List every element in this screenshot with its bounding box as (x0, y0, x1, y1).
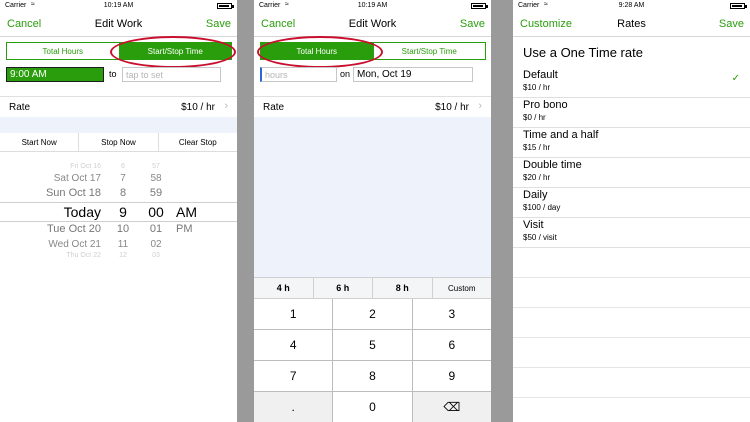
segment-start-stop-time[interactable]: Start/Stop Time (372, 43, 486, 59)
status-bar: Carrier ≈ 9:28 AM (513, 0, 750, 12)
key-5[interactable]: 5 (333, 330, 412, 360)
rate-row[interactable]: Rate $10 / hr › (254, 96, 491, 118)
key-4[interactable]: 4 (254, 330, 333, 360)
empty-row (513, 307, 750, 338)
nav-title: Rates (617, 18, 646, 30)
preset-8h-button[interactable]: 8 h (373, 278, 433, 298)
stop-now-button[interactable]: Stop Now (79, 133, 159, 151)
backspace-icon[interactable]: ⌫ (412, 392, 491, 422)
nav-title: Edit Work (94, 18, 143, 30)
rate-amount: $50 / visit (523, 233, 557, 242)
picker-row: Sun Oct 18 8 59 (45, 187, 163, 199)
list-item[interactable]: Visit $50 / visit (513, 217, 750, 248)
checkmark-icon: ✓ (731, 73, 740, 84)
nav-title: Edit Work (348, 18, 397, 30)
list-item[interactable]: Default $10 / hr ✓ (513, 67, 750, 98)
segment-total-hours[interactable]: Total Hours (7, 43, 119, 59)
save-button[interactable]: Save (460, 18, 485, 30)
chevron-right-icon: › (478, 100, 482, 112)
preset-6h-button[interactable]: 6 h (314, 278, 373, 298)
rate-label: Rate (263, 102, 285, 113)
rate-row[interactable]: Rate $10 / hr › (0, 96, 237, 118)
key-8[interactable]: 8 (333, 361, 412, 391)
key-0[interactable]: 0 (333, 392, 412, 422)
battery-icon (730, 3, 747, 9)
rate-value: $10 / hr (181, 102, 215, 113)
gray-background (254, 117, 491, 277)
hours-input[interactable]: hours (260, 67, 337, 82)
rate-name: Visit (523, 219, 544, 231)
rate-name: Time and a half (523, 129, 599, 141)
screen-edit-work-total-hours: Carrier ≈ 10:19 AM Cancel Edit Work Save… (254, 0, 491, 422)
numeric-keypad: 1 2 3 4 5 6 7 8 9 . 0 ⌫ (254, 299, 491, 422)
rate-amount: $15 / hr (523, 143, 551, 152)
clear-stop-button[interactable]: Clear Stop (159, 133, 237, 151)
empty-row (513, 247, 750, 278)
rate-name: Default (523, 69, 558, 81)
rate-name: Daily (523, 189, 548, 201)
key-2[interactable]: 2 (333, 299, 412, 329)
battery-icon (217, 3, 234, 9)
screen-edit-work-start-stop: Carrier ≈ 10:19 AM Cancel Edit Work Save… (0, 0, 237, 422)
rate-value: $10 / hr (435, 102, 469, 113)
save-button[interactable]: Save (719, 18, 744, 30)
list-item[interactable]: Time and a half $15 / hr (513, 127, 750, 158)
hour-presets: 4 h 6 h 8 h Custom (254, 277, 491, 299)
navigation-bar: Cancel Edit Work Save (0, 14, 237, 37)
rate-name: Double time (523, 159, 582, 171)
chevron-right-icon: › (224, 100, 228, 112)
empty-row (513, 367, 750, 398)
picker-row: Thu Oct 22 12 03 (66, 252, 160, 259)
list-item[interactable]: Pro bono $0 / hr (513, 97, 750, 128)
on-label: on (340, 69, 351, 79)
date-field[interactable]: Mon, Oct 19 (353, 67, 473, 82)
rate-label: Rate (9, 102, 31, 113)
key-decimal[interactable]: . (254, 392, 333, 422)
rate-amount: $10 / hr (523, 83, 551, 92)
date-time-picker[interactable]: Fri Oct 16 6 57 Sat Oct 17 7 58 Sun Oct … (0, 152, 237, 260)
status-time: 10:19 AM (103, 2, 134, 9)
end-time-field[interactable]: tap to set (122, 67, 221, 82)
key-7[interactable]: 7 (254, 361, 333, 391)
battery-icon (471, 3, 488, 9)
list-item[interactable]: Double time $20 / hr (513, 157, 750, 188)
key-3[interactable]: 3 (412, 299, 491, 329)
status-bar: Carrier ≈ 10:19 AM (254, 0, 491, 12)
empty-row (513, 337, 750, 368)
list-item[interactable]: Daily $100 / day (513, 187, 750, 218)
preset-custom-button[interactable]: Custom (433, 278, 492, 298)
key-1[interactable]: 1 (254, 299, 333, 329)
highlight-circle (110, 36, 236, 68)
gray-spacer (0, 117, 237, 133)
navigation-bar: Customize Rates Save (513, 14, 750, 37)
status-time: 9:28 AM (618, 2, 645, 9)
picker-selected-row: Today 9 00 AM (0, 202, 237, 222)
to-label: to (109, 69, 117, 79)
rate-amount: $0 / hr (523, 113, 546, 122)
empty-row (513, 277, 750, 308)
key-6[interactable]: 6 (412, 330, 491, 360)
start-time-field[interactable]: 9:00 AM (6, 67, 104, 82)
highlight-circle (257, 36, 383, 68)
time-action-buttons: Start Now Stop Now Clear Stop (0, 133, 237, 152)
screen-rates: Carrier ≈ 9:28 AM Customize Rates Save U… (513, 0, 750, 422)
save-button[interactable]: Save (206, 18, 231, 30)
rate-amount: $100 / day (523, 203, 561, 212)
navigation-bar: Cancel Edit Work Save (254, 14, 491, 37)
status-bar: Carrier ≈ 10:19 AM (0, 0, 237, 12)
start-now-button[interactable]: Start Now (0, 133, 80, 151)
key-9[interactable]: 9 (412, 361, 491, 391)
status-time: 10:19 AM (357, 2, 388, 9)
rate-name: Pro bono (523, 99, 568, 111)
preset-4h-button[interactable]: 4 h (254, 278, 314, 298)
rate-amount: $20 / hr (523, 173, 551, 182)
section-header: Use a One Time rate (523, 45, 643, 60)
